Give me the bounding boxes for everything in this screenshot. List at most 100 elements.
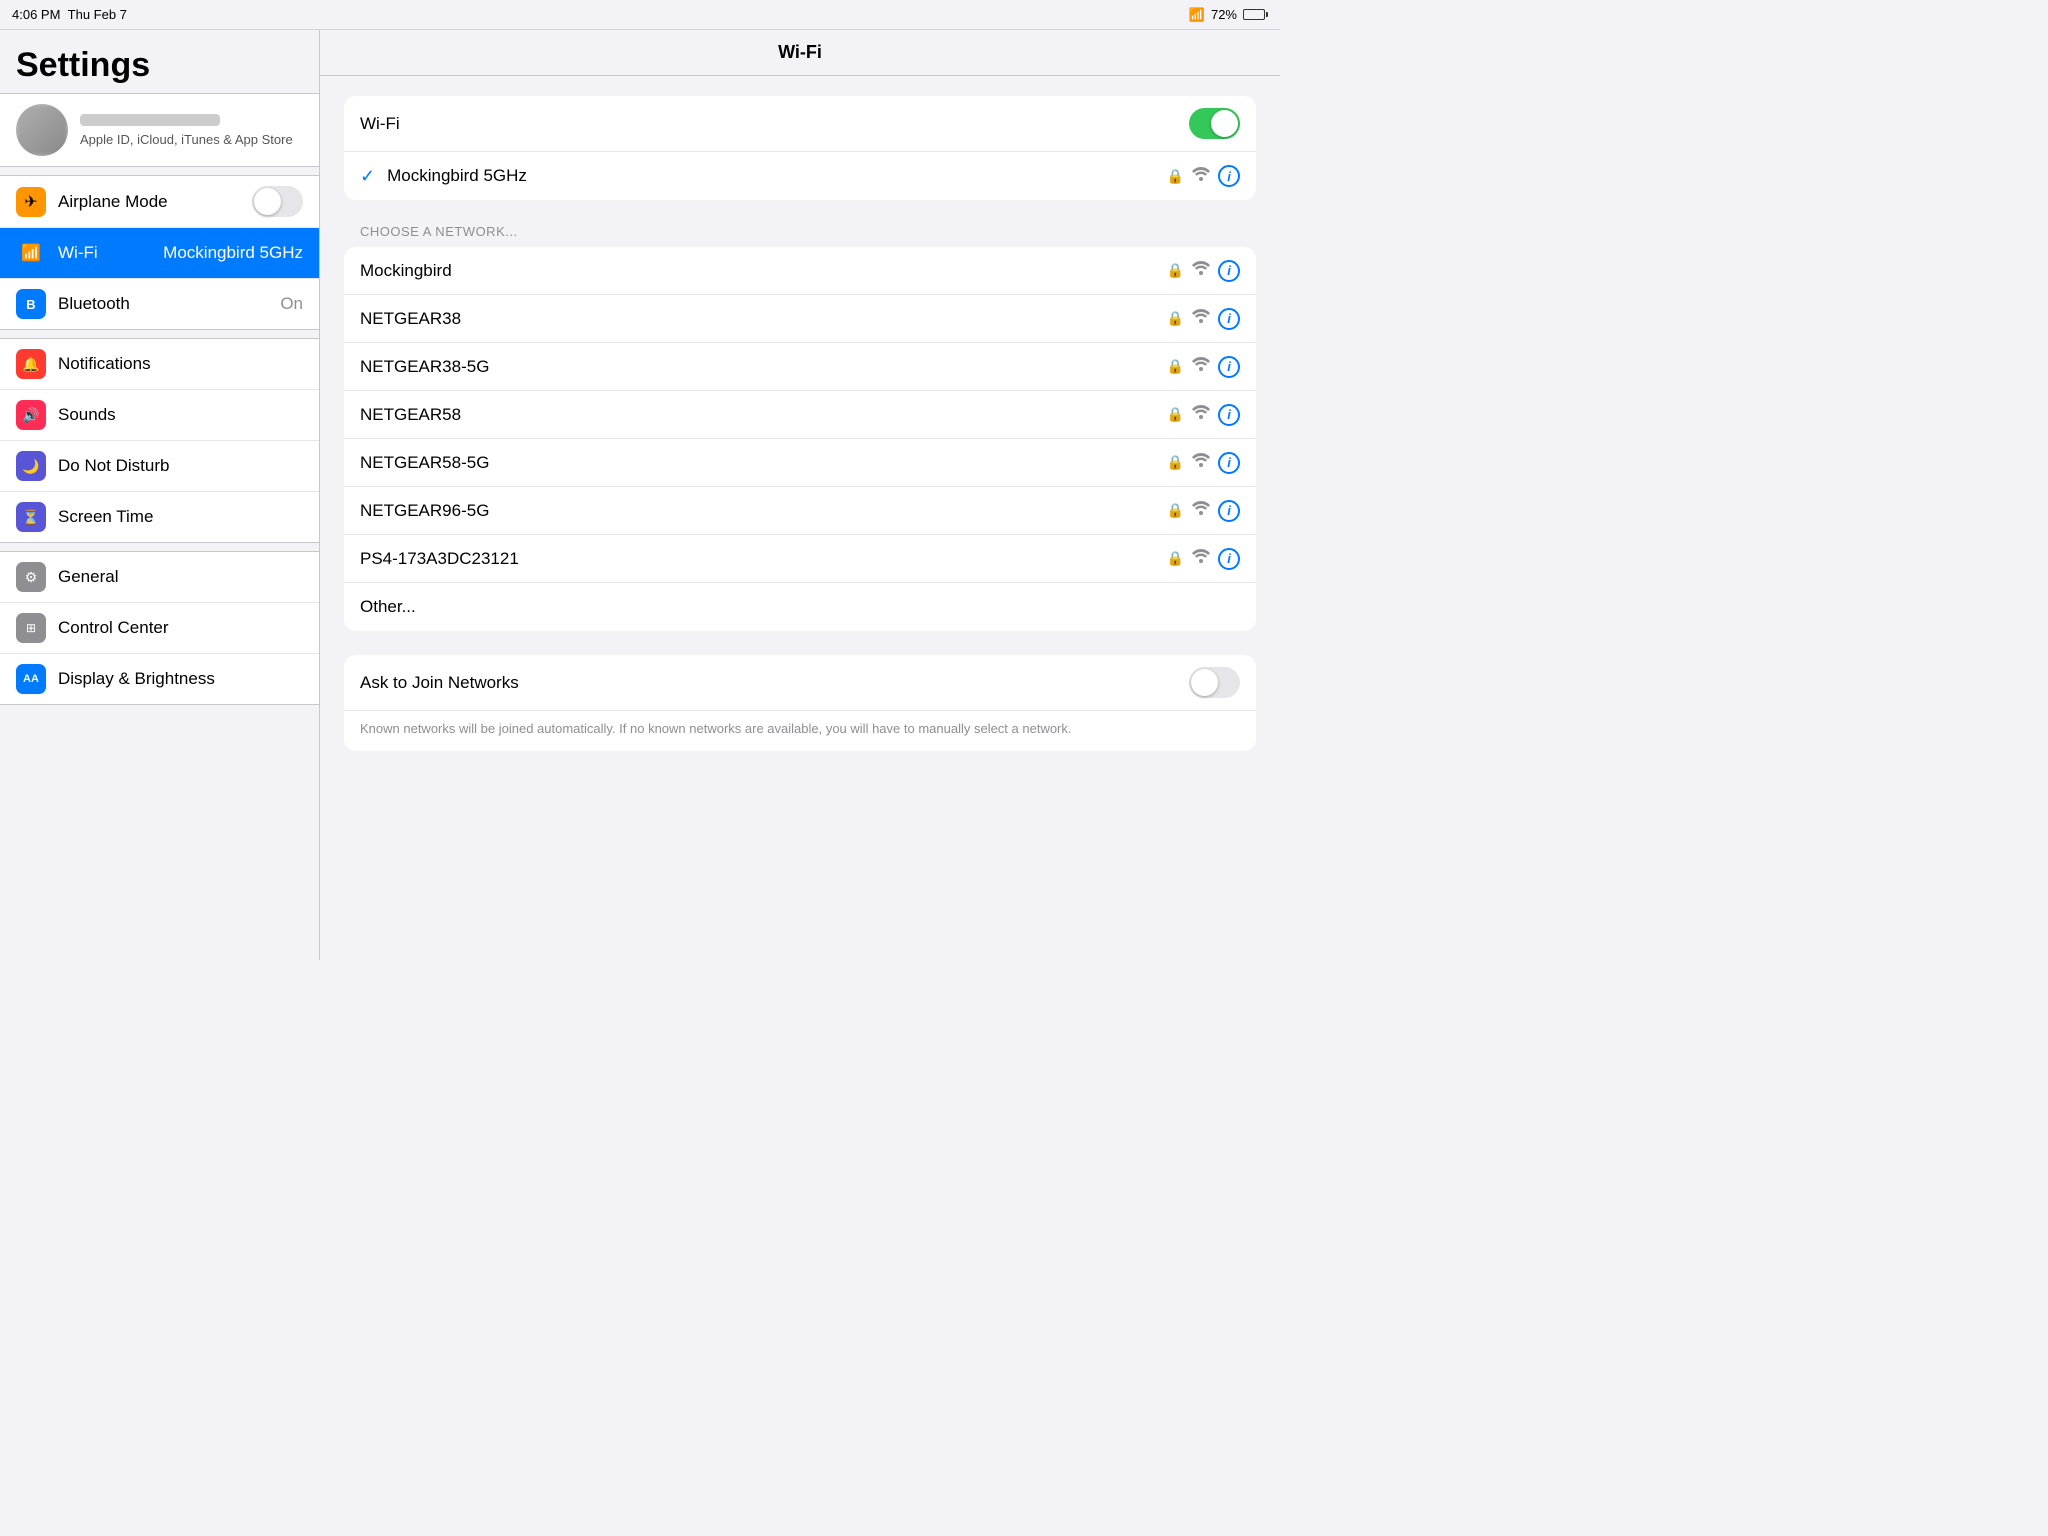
sidebar-item-general[interactable]: ⚙ General: [0, 552, 319, 603]
sidebar-title: Settings: [0, 30, 319, 93]
sidebar-item-notifications[interactable]: 🔔 Notifications: [0, 339, 319, 390]
ask-to-join-card: Ask to Join Networks Known networks will…: [344, 655, 1256, 751]
general-label: General: [58, 567, 303, 587]
wifi-signal-icon: [1192, 357, 1210, 376]
sidebar-item-wifi[interactable]: 📶 Wi-Fi Mockingbird 5GHz: [0, 228, 319, 279]
content-body: Wi-Fi ✓ Mockingbird 5GHz 🔒: [320, 76, 1280, 779]
controlcenter-label: Control Center: [58, 618, 303, 638]
general-icon: ⚙: [16, 562, 46, 592]
screentime-icon: ⏳: [16, 502, 46, 532]
choose-network-section-label: CHOOSE A NETWORK...: [344, 224, 1256, 247]
sidebar-item-sounds[interactable]: 🔊 Sounds: [0, 390, 319, 441]
network-list-card: Mockingbird 🔒 i NETGEAR38 🔒: [344, 247, 1256, 631]
notifications-icon: 🔔: [16, 349, 46, 379]
wifi-status-icon: 📶: [1189, 7, 1205, 23]
wifi-signal-icon: [1192, 405, 1210, 424]
lock-icon: 🔒: [1167, 310, 1184, 327]
donotdisturb-icon: 🌙: [16, 451, 46, 481]
content-title: Wi-Fi: [320, 30, 1280, 76]
airplane-toggle[interactable]: [252, 186, 303, 217]
network-row[interactable]: PS4-173A3DC23121 🔒 i: [344, 535, 1256, 583]
network-row[interactable]: NETGEAR38-5G 🔒 i: [344, 343, 1256, 391]
account-info: Apple ID, iCloud, iTunes & App Store: [80, 114, 293, 147]
network-row[interactable]: Mockingbird 🔒 i: [344, 247, 1256, 295]
ask-to-join-label: Ask to Join Networks: [360, 673, 1189, 693]
notifications-label: Notifications: [58, 354, 303, 374]
lock-icon: 🔒: [1167, 358, 1184, 375]
sidebar: Settings Apple ID, iCloud, iTunes & App …: [0, 30, 320, 960]
lock-icon: 🔒: [1167, 262, 1184, 279]
wifi-main-toggle[interactable]: [1189, 108, 1240, 139]
ask-to-join-toggle[interactable]: [1189, 667, 1240, 698]
settings-group-alerts: 🔔 Notifications 🔊 Sounds 🌙 Do Not Distur…: [0, 338, 319, 543]
sidebar-item-controlcenter[interactable]: ⊞ Control Center: [0, 603, 319, 654]
network-row[interactable]: NETGEAR96-5G 🔒 i: [344, 487, 1256, 535]
connected-network-row[interactable]: ✓ Mockingbird 5GHz 🔒 i: [344, 152, 1256, 200]
account-name-blurred: [80, 114, 220, 126]
network-info-icon[interactable]: i: [1218, 356, 1240, 378]
lock-icon: 🔒: [1167, 168, 1184, 185]
network-row[interactable]: NETGEAR58 🔒 i: [344, 391, 1256, 439]
sidebar-item-airplane[interactable]: ✈ Airplane Mode: [0, 176, 319, 228]
network-name: Mockingbird: [360, 261, 1159, 281]
displaybrightness-icon: AA: [16, 664, 46, 694]
lock-icon: 🔒: [1167, 550, 1184, 567]
network-name: NETGEAR58: [360, 405, 1159, 425]
network-row[interactable]: NETGEAR58-5G 🔒 i: [344, 439, 1256, 487]
wifi-label: Wi-Fi: [58, 243, 151, 263]
sidebar-item-displaybrightness[interactable]: AA Display & Brightness: [0, 654, 319, 704]
content-panel: Wi-Fi Wi-Fi ✓ Mockingbird 5GHz 🔒: [320, 30, 1280, 960]
battery-icon: [1243, 9, 1268, 20]
settings-group-system: ⚙ General ⊞ Control Center AA Display & …: [0, 551, 319, 705]
network-name: PS4-173A3DC23121: [360, 549, 1159, 569]
checkmark-icon: ✓: [360, 166, 375, 187]
donotdisturb-label: Do Not Disturb: [58, 456, 303, 476]
network-name: NETGEAR38-5G: [360, 357, 1159, 377]
battery-percentage: 72%: [1211, 7, 1237, 22]
displaybrightness-label: Display & Brightness: [58, 669, 303, 689]
lock-icon: 🔒: [1167, 454, 1184, 471]
ask-to-join-description: Known networks will be joined automatica…: [344, 711, 1256, 751]
network-name: NETGEAR58-5G: [360, 453, 1159, 473]
network-info-icon[interactable]: i: [1218, 308, 1240, 330]
connected-network-name: Mockingbird 5GHz: [387, 166, 1158, 186]
ask-to-join-row[interactable]: Ask to Join Networks: [344, 655, 1256, 711]
wifi-toggle-label: Wi-Fi: [360, 114, 1181, 134]
network-info-icon[interactable]: i: [1218, 404, 1240, 426]
sidebar-item-donotdisturb[interactable]: 🌙 Do Not Disturb: [0, 441, 319, 492]
status-bar: 4:06 PM Thu Feb 7 📶 72%: [0, 0, 1280, 30]
wifi-signal-icon: [1192, 453, 1210, 472]
network-row-other[interactable]: Other...: [344, 583, 1256, 631]
bluetooth-value: On: [280, 294, 303, 314]
settings-group-connectivity: ✈ Airplane Mode 📶 Wi-Fi Mockingbird 5GHz…: [0, 175, 319, 330]
status-time: 4:06 PM Thu Feb 7: [12, 7, 127, 22]
account-row[interactable]: Apple ID, iCloud, iTunes & App Store: [0, 93, 319, 167]
wifi-current-value: Mockingbird 5GHz: [163, 243, 303, 263]
network-name: NETGEAR38: [360, 309, 1159, 329]
airplane-label: Airplane Mode: [58, 192, 240, 212]
wifi-signal-icon: [1192, 501, 1210, 520]
network-name-other: Other...: [360, 597, 1240, 617]
wifi-signal-icon: [1192, 549, 1210, 568]
network-info-icon[interactable]: i: [1218, 500, 1240, 522]
connected-network-info-icon[interactable]: i: [1218, 165, 1240, 187]
sidebar-item-screentime[interactable]: ⏳ Screen Time: [0, 492, 319, 542]
wifi-toggle-row[interactable]: Wi-Fi: [344, 96, 1256, 152]
lock-icon: 🔒: [1167, 406, 1184, 423]
sounds-icon: 🔊: [16, 400, 46, 430]
connected-network-icons: 🔒 i: [1167, 165, 1240, 187]
status-icons: 📶 72%: [1189, 7, 1268, 23]
airplane-icon: ✈: [16, 187, 46, 217]
sidebar-item-bluetooth[interactable]: B Bluetooth On: [0, 279, 319, 329]
wifi-signal-icon: [1192, 261, 1210, 280]
lock-icon: 🔒: [1167, 502, 1184, 519]
network-name: NETGEAR96-5G: [360, 501, 1159, 521]
network-info-icon[interactable]: i: [1218, 452, 1240, 474]
wifi-signal-icon: [1192, 309, 1210, 328]
network-row[interactable]: NETGEAR38 🔒 i: [344, 295, 1256, 343]
network-info-icon[interactable]: i: [1218, 548, 1240, 570]
avatar: [16, 104, 68, 156]
controlcenter-icon: ⊞: [16, 613, 46, 643]
bluetooth-label: Bluetooth: [58, 294, 268, 314]
network-info-icon[interactable]: i: [1218, 260, 1240, 282]
